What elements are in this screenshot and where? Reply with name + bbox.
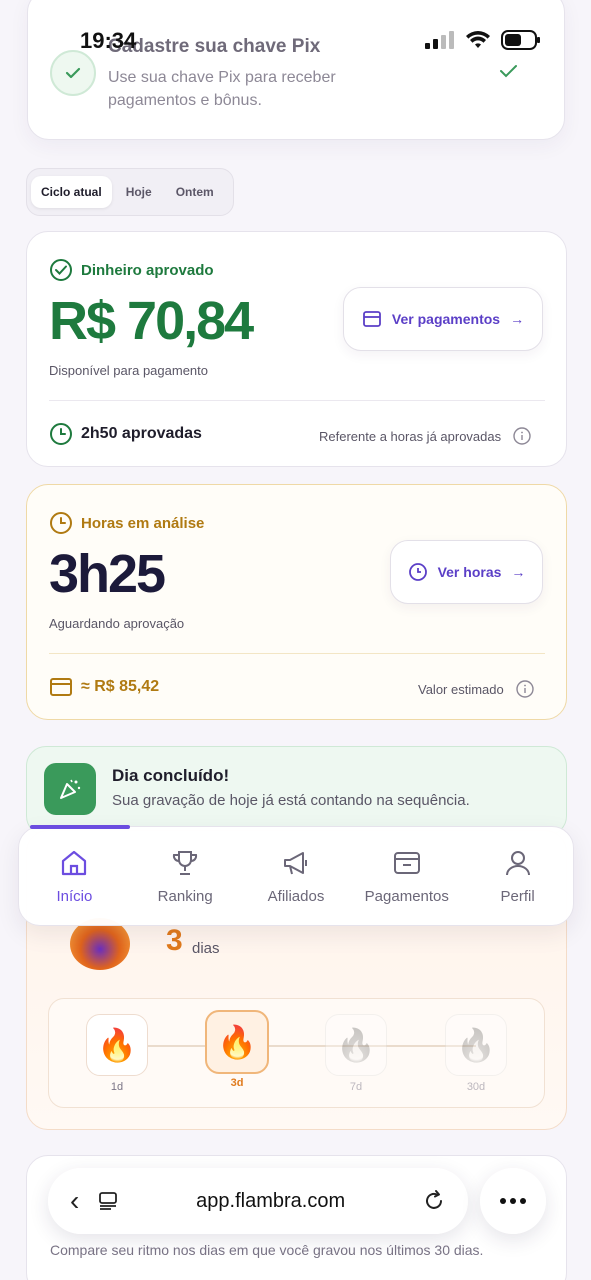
nav-active-indicator <box>30 825 130 829</box>
hours-review-card: Horas em análise 3h25 Aguardando aprovaç… <box>26 484 567 720</box>
nav-label: Ranking <box>157 887 213 905</box>
hours-sub: Aguardando aprovação <box>49 616 185 631</box>
approved-card: Dinheiro aprovado R$ 70,84 Disponível pa… <box>26 231 567 467</box>
ver-horas-button[interactable]: Ver horas → <box>390 540 543 604</box>
ver-pagamentos-label: Ver pagamentos <box>391 311 501 327</box>
tab-hoje[interactable]: Hoje <box>116 176 162 208</box>
milestone-3d: 🔥 <box>205 1010 269 1074</box>
pix-subtitle: Use sua chave Pix para receber pagamento… <box>108 69 336 109</box>
arrow-right-icon: → <box>511 564 526 580</box>
hours-label: Horas em análise <box>81 514 205 532</box>
estimate-note-row: Valor estimado <box>418 680 534 698</box>
status-icons <box>425 30 541 50</box>
party-icon <box>44 763 96 815</box>
nav-item-ranking[interactable]: Ranking <box>130 827 241 925</box>
milestone-3d-label: 3d <box>230 1077 244 1089</box>
wifi-icon <box>466 31 490 48</box>
approved-hours: 2h50 aprovadas <box>81 425 202 442</box>
milestone-track <box>116 1045 476 1047</box>
estimate-note: Valor estimado <box>418 681 504 697</box>
streak-count: 3 <box>166 924 183 957</box>
milestone-30d: 🔥 <box>445 1014 507 1076</box>
approved-amount: R$ 70,84 <box>49 291 254 351</box>
battery-icon <box>501 30 540 50</box>
nav-item-inicio[interactable]: Início <box>19 827 130 925</box>
bottom-nav: Início Ranking Afiliados Pagamentos Perf… <box>18 826 574 926</box>
clock-icon <box>408 563 427 581</box>
milestone-7d: 🔥 <box>325 1014 387 1076</box>
estimate-row: ≈ R$ 85,42 <box>49 675 159 699</box>
check-icon <box>497 60 519 87</box>
nav-item-afiliados[interactable]: Afiliados <box>241 827 352 925</box>
signal-icon <box>425 31 454 49</box>
approved-hours-note: Referente a horas já aprovadas <box>319 428 502 444</box>
pix-check-icon <box>50 50 96 96</box>
home-icon <box>62 850 87 875</box>
tab-ciclo-atual[interactable]: Ciclo atual <box>31 176 112 208</box>
milestone-1d: 🔥 <box>86 1014 148 1076</box>
more-button[interactable] <box>480 1168 546 1234</box>
compare-text: Compare seu ritmo nos dias em que você g… <box>50 1242 484 1258</box>
reload-icon[interactable] <box>422 1189 446 1213</box>
status-time: 19:34 <box>80 28 137 53</box>
day-concluded-card <box>26 746 567 836</box>
milestone-7d-label: 7d <box>349 1081 363 1093</box>
approved-sub: Disponível para pagamento <box>49 363 208 378</box>
approved-label: Dinheiro aprovado <box>81 261 214 279</box>
trophy-icon <box>173 850 198 875</box>
divider <box>49 653 545 654</box>
nav-label: Afiliados <box>267 887 325 905</box>
nav-item-pagamentos[interactable]: Pagamentos <box>351 827 462 925</box>
estimate-value: ≈ R$ 85,42 <box>81 678 160 695</box>
clock-icon <box>50 423 72 445</box>
nav-label: Perfil <box>500 887 535 905</box>
nav-item-perfil[interactable]: Perfil <box>462 827 573 925</box>
divider <box>49 400 545 401</box>
nav-label: Início <box>56 887 93 905</box>
hours-label-row: Horas em análise <box>49 511 204 535</box>
hours-amount: 3h25 <box>49 544 166 604</box>
info-icon[interactable] <box>513 427 531 445</box>
ver-horas-label: Ver horas <box>437 564 502 580</box>
back-icon[interactable]: ‹ <box>70 1185 79 1217</box>
milestone-1d-label: 1d <box>110 1081 124 1093</box>
browser-url-bar: ‹ app.flambra.com <box>48 1168 468 1234</box>
pix-title: Cadastre sua chave Pix <box>108 36 321 57</box>
megaphone-icon <box>283 851 307 874</box>
approved-hours-row: 2h50 aprovadas <box>49 422 202 446</box>
ver-pagamentos-button[interactable]: Ver pagamentos → <box>343 287 543 351</box>
period-tabs: Ciclo atual Hoje Ontem <box>26 168 234 216</box>
user-icon <box>505 850 530 875</box>
tab-ontem[interactable]: Ontem <box>166 176 224 208</box>
reader-icon[interactable] <box>97 1190 119 1212</box>
nav-label: Pagamentos <box>364 887 449 905</box>
info-icon[interactable] <box>516 680 534 698</box>
clock-icon <box>50 512 72 534</box>
more-icon <box>500 1198 526 1204</box>
streak-unit: dias <box>192 940 220 957</box>
arrow-right-icon: → <box>510 311 525 327</box>
wallet-icon <box>363 311 381 327</box>
milestone-30d-label: 30d <box>466 1081 486 1093</box>
approved-label-row: Dinheiro aprovado <box>49 258 214 282</box>
day-title: Dia concluído! <box>112 766 230 785</box>
wallet-icon <box>393 851 420 874</box>
check-circle-icon <box>50 259 72 281</box>
approved-hours-note-row: Referente a horas já aprovadas <box>319 427 531 445</box>
url-text[interactable]: app.flambra.com <box>137 1190 404 1213</box>
wallet-icon <box>50 678 72 696</box>
day-subtitle: Sua gravação de hoje já está contando na… <box>112 792 470 809</box>
